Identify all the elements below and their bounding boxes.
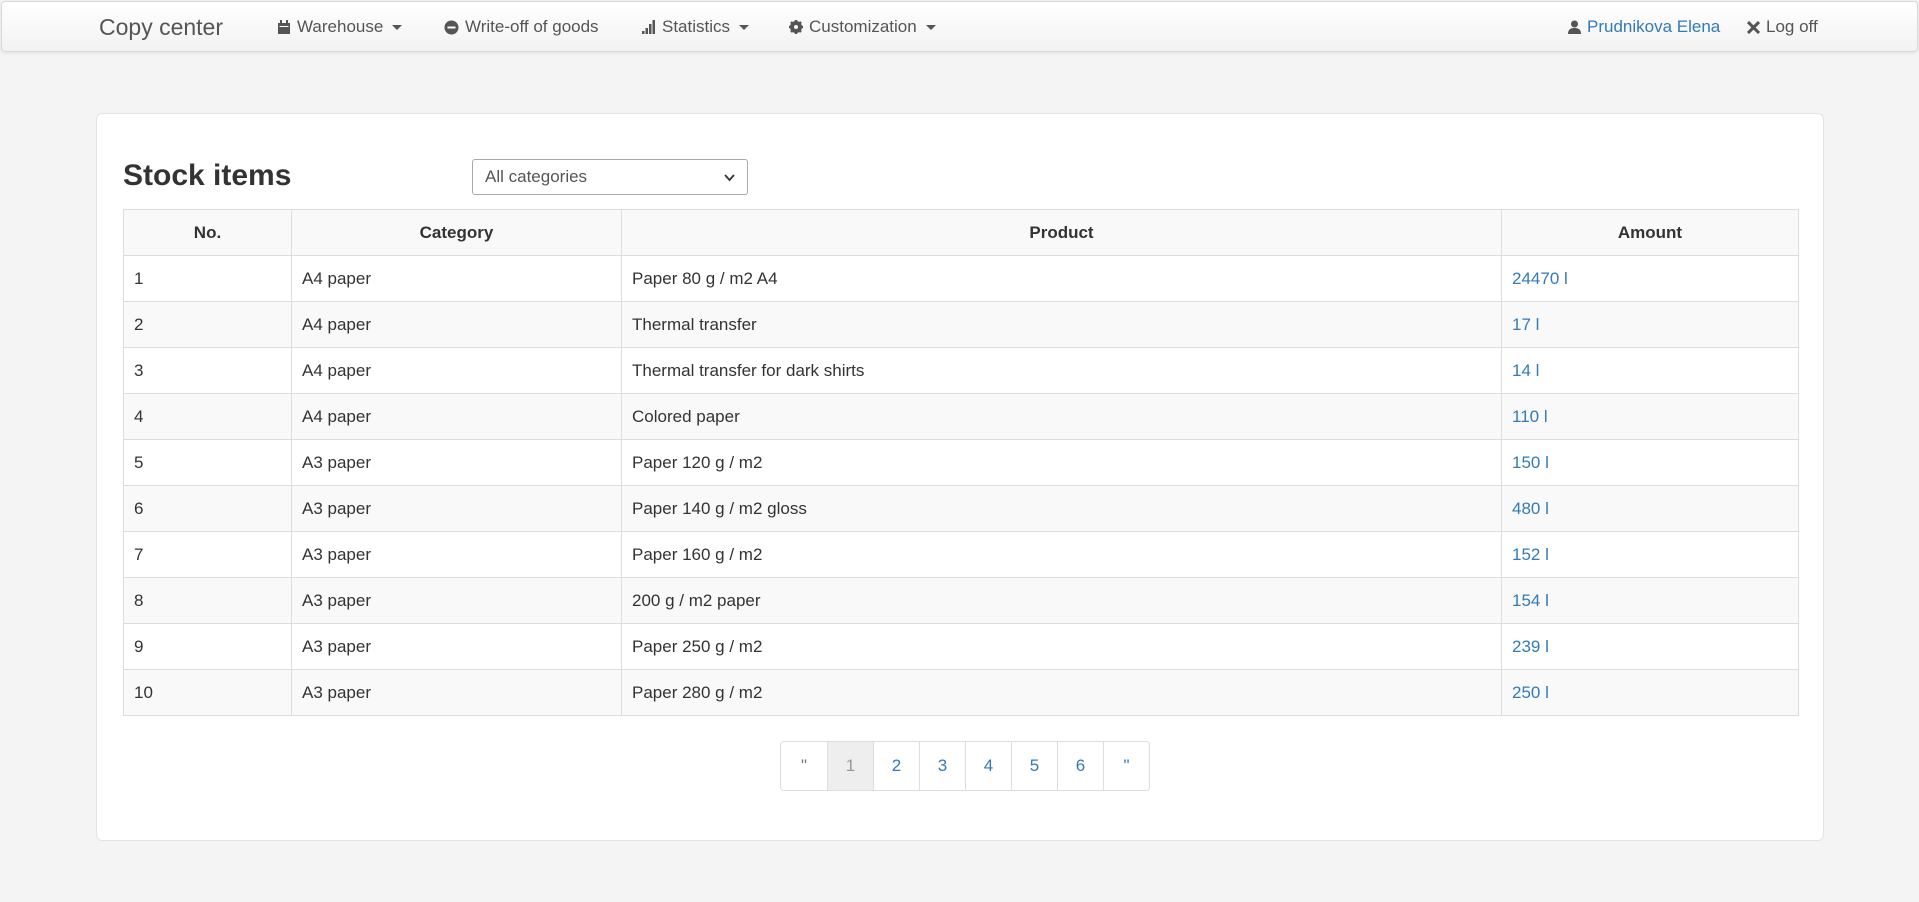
user-name: Prudnikova Elena [1587,17,1721,36]
cell-amount[interactable]: 152 l [1501,531,1799,578]
cell-no: 5 [123,439,292,486]
cell-product: 200 g / m2 paper [621,577,1502,624]
pagination-next[interactable]: " [1103,742,1149,790]
nav-statistics[interactable]: Statistics [642,17,750,37]
cell-amount[interactable]: 239 l [1501,623,1799,670]
user-profile-link[interactable]: Prudnikova Elena [1568,17,1720,37]
gear-icon [789,20,803,34]
minus-circle-icon [444,20,459,35]
chevron-down-icon [739,24,750,30]
table-header-row: No. Category Product Amount [123,209,1799,256]
pagination-page-5[interactable]: 5 [1011,742,1057,790]
header-amount[interactable]: Amount [1501,209,1799,256]
cell-no: 2 [123,301,292,348]
cell-product: Paper 160 g / m2 [621,531,1502,578]
nav-statistics-label: Statistics [662,17,731,36]
nav-customization[interactable]: Customization [789,17,936,37]
cell-product: Paper 140 g / m2 gloss [621,485,1502,532]
stock-panel: Stock items All categories No. Category … [96,113,1824,841]
cell-amount[interactable]: 24470 l [1501,255,1799,302]
header-product[interactable]: Product [621,209,1502,256]
cell-category: A3 paper [291,577,622,624]
cell-amount[interactable]: 154 l [1501,577,1799,624]
cell-product: Thermal transfer [621,301,1502,348]
cell-product: Paper 280 g / m2 [621,669,1502,716]
cell-product: Thermal transfer for dark shirts [621,347,1502,394]
table-row: 1 A4 paper Paper 80 g / m2 A4 24470 l [123,255,1799,302]
cell-category: A4 paper [291,255,622,302]
logoff-label: Log off [1766,17,1818,36]
signal-bars-icon [642,20,656,34]
pagination: " 1 2 3 4 5 6 " [780,741,1150,791]
cell-product: Paper 120 g / m2 [621,439,1502,486]
cell-no: 4 [123,393,292,440]
table-row: 6 A3 paper Paper 140 g / m2 gloss 480 l [123,485,1799,532]
top-navbar: Copy center Warehouse Write-off of goods… [1,1,1918,52]
header-no[interactable]: No. [123,209,292,256]
cell-product: Colored paper [621,393,1502,440]
nav-customization-label: Customization [809,17,917,36]
pagination-page-2[interactable]: 2 [873,742,919,790]
table-row: 2 A4 paper Thermal transfer 17 l [123,301,1799,348]
table-row: 5 A3 paper Paper 120 g / m2 150 l [123,439,1799,486]
table-row: 7 A3 paper Paper 160 g / m2 152 l [123,531,1799,578]
cell-category: A3 paper [291,623,622,670]
cell-category: A3 paper [291,485,622,532]
cell-no: 1 [123,255,292,302]
chevron-down-icon [724,167,735,187]
close-icon [1747,20,1760,34]
table-row: 10 A3 paper Paper 280 g / m2 250 l [123,669,1799,716]
pagination-prev[interactable]: " [781,742,827,790]
cell-category: A4 paper [291,301,622,348]
table-row: 4 A4 paper Colored paper 110 l [123,393,1799,440]
nav-warehouse-label: Warehouse [297,17,384,36]
pagination-page-6[interactable]: 6 [1057,742,1103,790]
table-row: 9 A3 paper Paper 250 g / m2 239 l [123,623,1799,670]
cell-amount[interactable]: 250 l [1501,669,1799,716]
chevron-down-icon [925,24,936,30]
pagination-page-4[interactable]: 4 [965,742,1011,790]
cell-product: Paper 250 g / m2 [621,623,1502,670]
page-title: Stock items [123,159,292,192]
cell-amount[interactable]: 110 l [1501,393,1799,440]
category-select-value: All categories [485,167,588,186]
cell-no: 8 [123,577,292,624]
cell-amount[interactable]: 480 l [1501,485,1799,532]
stock-table: No. Category Product Amount 1 A4 paper Pap… [123,209,1799,716]
chevron-down-icon [392,24,403,30]
header-category[interactable]: Category [291,209,622,256]
logoff-link[interactable]: Log off [1747,17,1818,37]
table-row: 8 A3 paper 200 g / m2 paper 154 l [123,577,1799,624]
nav-write-off-label: Write-off of goods [465,17,599,36]
cell-category: A3 paper [291,669,622,716]
cell-amount[interactable]: 14 l [1501,347,1799,394]
pagination-page-3[interactable]: 3 [919,742,965,790]
table-row: 3 A4 paper Thermal transfer for dark shirt… [123,347,1799,394]
cell-amount[interactable]: 17 l [1501,301,1799,348]
cell-amount[interactable]: 150 l [1501,439,1799,486]
pagination-page-1[interactable]: 1 [827,742,873,790]
cell-no: 9 [123,623,292,670]
cell-product: Paper 80 g / m2 A4 [621,255,1502,302]
cell-category: A3 paper [291,439,622,486]
brand-link[interactable]: Copy center [99,14,223,41]
cell-no: 3 [123,347,292,394]
cell-category: A3 paper [291,531,622,578]
cell-no: 6 [123,485,292,532]
calendar-icon [277,19,291,35]
cell-no: 10 [123,669,292,716]
cell-category: A4 paper [291,393,622,440]
nav-write-off[interactable]: Write-off of goods [444,17,599,37]
user-icon [1568,20,1581,34]
nav-warehouse[interactable]: Warehouse [277,17,403,37]
stock-table-body: 1 A4 paper Paper 80 g / m2 A4 24470 l 2 A4 pa… [123,255,1799,716]
category-select[interactable]: All categories [472,159,748,195]
cell-category: A4 paper [291,347,622,394]
cell-no: 7 [123,531,292,578]
